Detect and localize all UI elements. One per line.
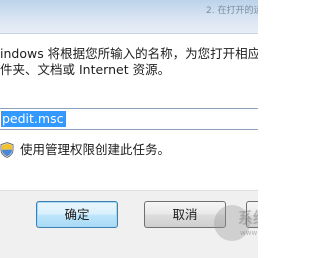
run-dialog: 2. 在打开的运行框中输入 indows 将根据您所输入的名称，为您打开相应的 …: [0, 0, 258, 258]
window-title: 2. 在打开的运行框中输入: [206, 6, 258, 16]
open-input[interactable]: pedit.msc: [0, 108, 258, 130]
description-line-1: indows 将根据您所输入的名称，为您打开相应的: [0, 46, 258, 61]
open-input-value: pedit.msc: [1, 111, 67, 127]
admin-note-text: 使用管理权限创建此任务。: [20, 142, 171, 157]
admin-note: 使用管理权限创建此任务。: [0, 140, 258, 160]
shield-icon: [0, 142, 14, 158]
title-bar: 2. 在打开的运行框中输入: [0, 0, 258, 34]
description-line-2: 件夹、文档或 Internet 资源。: [0, 62, 171, 77]
watermark-text: 系统: [238, 209, 258, 227]
watermark-url: www: [240, 229, 258, 237]
watermark-logo: 系统 www: [214, 205, 258, 255]
dialog-description: indows 将根据您所输入的名称，为您打开相应的 件夹、文档或 Interne…: [0, 46, 258, 78]
ok-button[interactable]: 确定: [36, 201, 118, 228]
